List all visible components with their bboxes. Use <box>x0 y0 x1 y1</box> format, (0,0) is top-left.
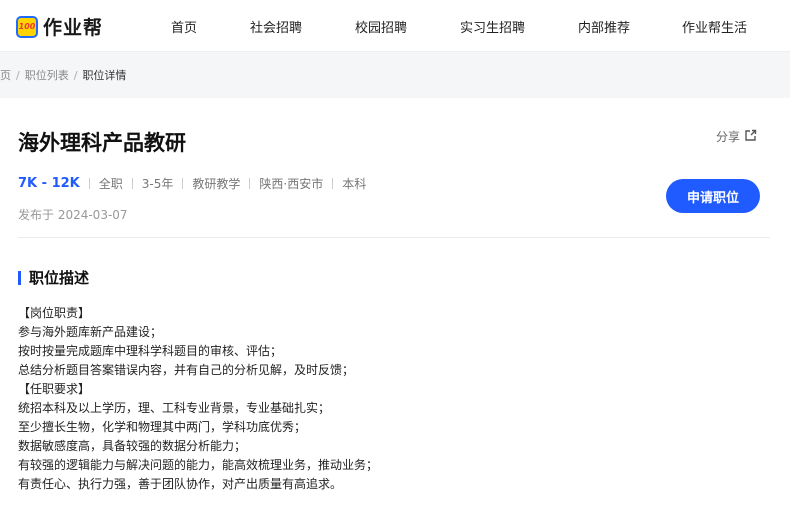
nav-item-social-recruit[interactable]: 社会招聘 <box>250 17 302 36</box>
section-accent-bar <box>18 270 21 285</box>
experience: 3-5年 <box>141 177 174 191</box>
nav-item-home[interactable]: 首页 <box>171 17 197 36</box>
meta-divider <box>131 178 133 189</box>
meta-divider <box>249 178 251 189</box>
breadcrumb-home[interactable]: 页 <box>0 69 11 82</box>
job-category: 教研教学 <box>192 177 241 191</box>
meta-divider <box>88 178 90 189</box>
share-external-icon <box>744 129 757 145</box>
salary-range: 7K - 12K <box>18 176 80 191</box>
description-line: 有较强的逻辑能力与解决问题的能力，能高效梳理业务，推动业务； <box>18 458 379 472</box>
nav-item-life[interactable]: 作业帮生活 <box>682 17 747 36</box>
job-location: 陕西·西安市 <box>259 177 324 191</box>
description-line: 参与海外题库新产品建设； <box>18 325 163 339</box>
job-title: 海外理科产品教研 <box>18 131 186 155</box>
section-title: 职位描述 <box>18 267 89 288</box>
education: 本科 <box>342 177 367 191</box>
top-nav: 100 作业帮 首页 社会招聘 校园招聘 实习生招聘 内部推荐 作业帮生活 <box>0 0 790 52</box>
logo-text: 作业帮 <box>43 17 104 39</box>
description-line: 【任职要求】 <box>18 382 91 396</box>
job-type: 全职 <box>98 177 123 191</box>
section-title-text: 职位描述 <box>29 269 90 287</box>
job-meta: 7K - 12K 全职 3-5年 教研教学 陕西·西安市 本科 <box>18 175 366 192</box>
meta-divider <box>182 178 184 189</box>
logo-icon: 100 <box>16 15 38 38</box>
breadcrumb-separator: / <box>16 69 20 82</box>
breadcrumb-separator: / <box>73 69 78 82</box>
divider <box>18 237 770 238</box>
description-line: 统招本科及以上学历，理、工科专业背景，专业基础扎实； <box>18 401 331 415</box>
share-button[interactable]: 分享 <box>716 128 757 145</box>
share-label: 分享 <box>716 130 741 144</box>
logo[interactable]: 100 作业帮 <box>16 13 103 40</box>
nav-item-referral[interactable]: 内部推荐 <box>578 17 630 36</box>
breadcrumb-current: 职位详情 <box>82 69 127 82</box>
breadcrumb-job-list[interactable]: 职位列表 <box>25 69 69 82</box>
description-line: 按时按量完成题库中理科学科题目的审核、评估； <box>18 344 283 358</box>
description-line: 总结分析题目答案错误内容，并有自己的分析见解，及时反馈； <box>18 363 355 377</box>
nav-item-intern-recruit[interactable]: 实习生招聘 <box>460 17 525 36</box>
nav-item-campus-recruit[interactable]: 校园招聘 <box>355 17 407 36</box>
description-line: 至少擅长生物，化学和物理其中两门，学科功底优秀； <box>18 420 307 434</box>
posted-date: 发布于 2024-03-07 <box>18 208 128 222</box>
description-line: 【岗位职责】 <box>18 306 91 320</box>
job-description: 【岗位职责】 参与海外题库新产品建设； 按时按量完成题库中理科学科题目的审核、评… <box>18 304 778 494</box>
description-line: 有责任心、执行力强，善于团队协作，对产出质量有高追求。 <box>18 477 343 491</box>
breadcrumb: 页 / 职位列表 / 职位详情 <box>0 67 126 83</box>
meta-divider <box>332 178 334 189</box>
apply-button[interactable]: 申请职位 <box>666 179 760 213</box>
description-line: 数据敏感度高，具备较强的数据分析能力； <box>18 439 247 453</box>
